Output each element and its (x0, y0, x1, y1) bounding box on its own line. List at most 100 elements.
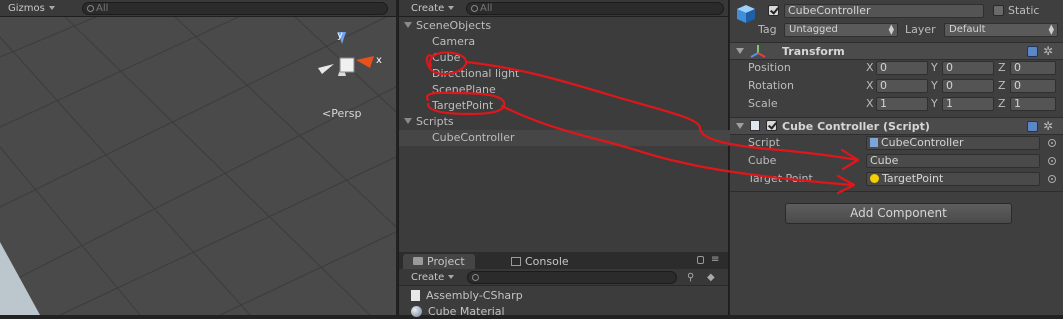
scale-y-field[interactable]: 1 (942, 97, 994, 111)
active-checkbox[interactable] (768, 5, 779, 16)
scale-x-field[interactable]: 1 (876, 97, 928, 111)
gizmos-label: Gizmos (8, 3, 45, 14)
gear-icon[interactable]: ✲ (1043, 45, 1053, 57)
hierarchy-item-sceneplane[interactable]: ScenePlane (399, 82, 730, 98)
layer-label: Layer (905, 23, 936, 36)
rotation-x-label: X (866, 79, 874, 92)
project-item-cube-material[interactable]: Cube Material (411, 304, 505, 319)
document-icon (411, 290, 420, 301)
chevron-down-icon (448, 275, 455, 279)
lock-icon[interactable] (697, 256, 704, 264)
hierarchy-item-scripts[interactable]: Scripts (399, 114, 730, 130)
target-point-label: Target Point (748, 172, 813, 185)
tab-label: Console (525, 255, 569, 268)
fold-arrow-icon[interactable] (404, 118, 412, 124)
hierarchy-toolbar: Create All (399, 0, 728, 17)
cube-value: Cube (870, 154, 899, 167)
rotation-z-field[interactable]: 0 (1010, 79, 1056, 93)
fold-arrow-icon[interactable] (404, 22, 412, 28)
rotation-y-field[interactable]: 0 (942, 79, 994, 93)
csharp-script-icon (870, 138, 878, 147)
hierarchy-item-camera[interactable]: Camera (399, 34, 730, 50)
layer-dropdown[interactable]: Default ▲ ▼ (944, 23, 1058, 37)
static-checkbox[interactable] (993, 5, 1004, 16)
hierarchy-item-directional-light[interactable]: Directional light (399, 66, 730, 82)
hierarchy-item-cubecontroller[interactable]: CubeController (399, 130, 730, 146)
filter-label-icon[interactable]: ◆ (707, 272, 715, 283)
fold-arrow-icon[interactable] (736, 123, 744, 129)
project-item-label: Cube Material (428, 305, 505, 318)
hierarchy-item-cube[interactable]: Cube (399, 50, 730, 66)
layer-value: Default (949, 24, 986, 35)
create-label: Create (411, 3, 445, 14)
project-toolbar: Create ⚲ ◆ (399, 269, 728, 286)
script-component-title: Cube Controller (Script) (782, 120, 930, 133)
scene-view[interactable]: Gizmos All y x <Persp (0, 0, 396, 315)
add-component-button[interactable]: Add Component (785, 203, 1012, 224)
hierarchy-item-sceneobjects[interactable]: SceneObjects (399, 18, 730, 34)
panel-menu-icon[interactable]: ≡ (711, 255, 719, 265)
console-icon (511, 257, 521, 266)
object-name-field[interactable]: CubeController (784, 4, 984, 18)
static-label: Static (1008, 4, 1040, 17)
persp-icon: < (322, 107, 332, 120)
project-item-assembly[interactable]: Assembly-CSharp (411, 288, 523, 303)
hierarchy-item-label: SceneObjects (416, 19, 492, 32)
tag-dropdown[interactable]: Untagged ▲ ▼ (784, 23, 898, 37)
target-point-value: TargetPoint (882, 172, 944, 185)
project-search-input[interactable] (467, 271, 677, 284)
hierarchy-item-label: Scripts (416, 115, 454, 128)
position-y-field[interactable]: 0 (942, 61, 994, 75)
script-value: CubeController (881, 136, 964, 149)
hierarchy-item-label: Directional light (432, 67, 520, 80)
position-z-field[interactable]: 0 (1010, 61, 1056, 75)
script-field[interactable]: CubeController (866, 136, 1040, 150)
rotation-z-label: Z (998, 79, 1006, 92)
transform-header[interactable]: Transform ✲ (730, 42, 1063, 60)
tab-label: Project (427, 255, 465, 268)
tab-console[interactable]: Console (501, 254, 579, 269)
object-picker-icon[interactable] (1048, 175, 1056, 183)
position-z-label: Z (998, 61, 1006, 74)
tab-project[interactable]: Project (403, 254, 475, 269)
chevron-down-icon (448, 6, 455, 10)
cube-field[interactable]: Cube (866, 154, 1040, 168)
rotation-x-field[interactable]: 0 (876, 79, 928, 93)
search-icon (471, 5, 478, 12)
project-create-dropdown[interactable]: Create (411, 269, 455, 286)
filter-type-icon[interactable]: ⚲ (687, 272, 694, 283)
tag-label: Tag (758, 23, 777, 36)
rotation-y-label: Y (931, 79, 938, 92)
hierarchy-search-input[interactable]: All (466, 2, 724, 15)
script-label: Script (748, 136, 780, 149)
persp-toggle[interactable]: <Persp (322, 107, 361, 120)
search-icon (472, 274, 479, 281)
scale-z-field[interactable]: 1 (1010, 97, 1056, 111)
search-placeholder: All (480, 3, 493, 14)
gameobject-icon (870, 174, 879, 183)
orientation-gizmo[interactable]: y x (312, 24, 390, 94)
help-book-icon[interactable] (1027, 121, 1038, 132)
position-x-field[interactable]: 0 (876, 61, 928, 75)
hierarchy-item-label: Cube (432, 51, 461, 64)
object-picker-icon[interactable] (1048, 157, 1056, 165)
scale-x-label: X (866, 97, 874, 110)
script-component-header[interactable]: Cube Controller (Script) ✲ (730, 117, 1063, 135)
script-enabled-checkbox[interactable] (766, 120, 777, 131)
scale-z-label: Z (998, 97, 1006, 110)
search-icon (87, 5, 94, 12)
target-point-field[interactable]: TargetPoint (866, 172, 1040, 186)
fold-arrow-icon[interactable] (736, 48, 744, 54)
chevron-down-icon (48, 6, 55, 10)
gear-icon[interactable]: ✲ (1043, 120, 1053, 132)
scale-y-label: Y (931, 97, 938, 110)
help-book-icon[interactable] (1027, 46, 1038, 57)
persp-label: Persp (331, 107, 362, 120)
gameobject-cube-icon (737, 5, 755, 23)
gizmo-center-cube-icon (339, 57, 355, 73)
gizmos-dropdown[interactable]: Gizmos (8, 0, 55, 17)
hierarchy-create-dropdown[interactable]: Create (411, 0, 455, 17)
scene-search-input[interactable]: All (82, 2, 388, 15)
object-picker-icon[interactable] (1048, 139, 1056, 147)
hierarchy-item-targetpoint[interactable]: TargetPoint (399, 98, 730, 114)
